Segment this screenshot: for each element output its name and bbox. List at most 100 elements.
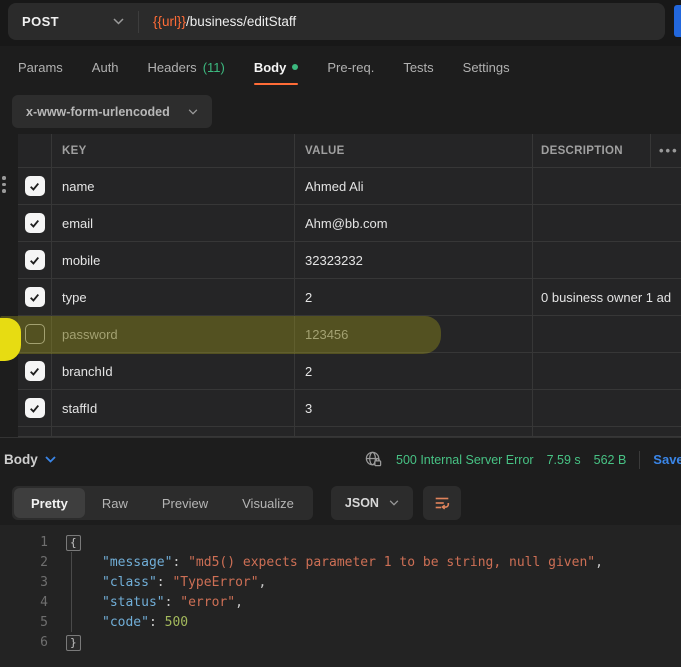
line-number: 3 (0, 573, 48, 593)
line-number: 5 (0, 613, 48, 633)
select-all-header (18, 134, 52, 168)
view-tab-raw[interactable]: Raw (85, 488, 145, 518)
view-tab-preview[interactable]: Preview (145, 488, 225, 518)
param-row: staffId 3 (0, 390, 681, 427)
param-value[interactable]: 123456 (295, 316, 533, 353)
param-row: mobile 32323232 (0, 242, 681, 279)
code-line: 6 } (0, 633, 681, 653)
param-value[interactable]: 2 (295, 279, 533, 316)
wrap-text-icon (433, 494, 451, 512)
param-description[interactable] (533, 205, 651, 242)
code-line: 1 { (0, 533, 681, 553)
tab-params[interactable]: Params (18, 46, 63, 88)
param-checkbox[interactable] (25, 213, 45, 233)
response-view-tabs: PrettyRawPreviewVisualize (12, 486, 313, 520)
code-line: 4 "status": "error", (0, 593, 681, 613)
response-body-dropdown[interactable]: Body (4, 438, 56, 481)
check-icon (28, 291, 41, 304)
body-type-row: x-www-form-urlencoded (0, 88, 681, 134)
column-header-value: VALUE (295, 134, 533, 168)
bulk-edit-icon[interactable]: ••• (651, 143, 679, 158)
response-time: 7.59 s (547, 453, 581, 467)
body-type-selector[interactable]: x-www-form-urlencoded (12, 95, 212, 128)
tab-body[interactable]: Body (254, 46, 299, 88)
send-button[interactable] (674, 5, 681, 37)
param-description[interactable] (533, 242, 651, 279)
param-value[interactable]: 32323232 (295, 242, 533, 279)
divider (639, 451, 640, 469)
param-key[interactable]: staffId (52, 390, 295, 427)
url-path: /business/editStaff (186, 14, 296, 29)
fold-toggle-icon[interactable]: } (66, 635, 81, 651)
param-description[interactable] (533, 168, 651, 205)
fold-guide-line (71, 552, 72, 632)
param-value[interactable]: Ahmed Ali (295, 168, 533, 205)
response-section-label: Body (4, 452, 38, 467)
url-input[interactable]: {{url}}/business/editStaff (139, 14, 296, 29)
tab-tests[interactable]: Tests (403, 46, 433, 88)
method-selector[interactable]: POST (8, 14, 138, 29)
tab-headers[interactable]: Headers (11) (148, 46, 225, 88)
param-key[interactable]: branchId (52, 353, 295, 390)
param-key[interactable]: mobile (52, 242, 295, 279)
param-row: password 123456 (0, 316, 681, 353)
postman-request-view: POST {{url}}/business/editStaff Params A… (0, 0, 681, 667)
param-key[interactable]: name (52, 168, 295, 205)
param-checkbox[interactable] (25, 361, 45, 381)
network-globe-lock-icon (364, 450, 383, 469)
param-value[interactable]: 2 (295, 353, 533, 390)
param-value[interactable]: Ahm@bb.com (295, 205, 533, 242)
code-line: 3 "class": "TypeError", (0, 573, 681, 593)
view-tab-pretty[interactable]: Pretty (14, 488, 85, 518)
param-description[interactable] (533, 353, 651, 390)
line-number: 2 (0, 553, 48, 573)
param-checkbox[interactable] (25, 324, 45, 344)
param-description[interactable] (533, 316, 651, 353)
code-line: 2 "message": "md5() expects parameter 1 … (0, 553, 681, 573)
param-row: name Ahmed Ali (0, 168, 681, 205)
fold-toggle-icon[interactable]: { (66, 535, 81, 551)
method-label: POST (22, 14, 59, 29)
request-tabs: Params Auth Headers (11) Body Pre-req. T… (0, 46, 681, 88)
params-table: KEY VALUE DESCRIPTION ••• name Ahmed Ali… (0, 134, 681, 437)
response-body-viewer: 1 { 2 "message": "md5() expects paramete… (0, 525, 681, 667)
drag-handle-icon[interactable] (0, 176, 6, 193)
param-row: type 2 0 business owner 1 ad (0, 279, 681, 316)
param-key[interactable]: email (52, 205, 295, 242)
param-description[interactable] (533, 390, 651, 427)
param-checkbox[interactable] (25, 250, 45, 270)
param-checkbox[interactable] (25, 398, 45, 418)
check-icon (28, 254, 41, 267)
check-icon (28, 402, 41, 415)
table-header-row: KEY VALUE DESCRIPTION ••• (0, 134, 681, 168)
tab-settings[interactable]: Settings (463, 46, 510, 88)
line-number: 1 (0, 533, 48, 553)
save-response-button[interactable]: Save (653, 452, 681, 467)
param-checkbox[interactable] (25, 176, 45, 196)
code-line: 5 "code": 500 (0, 613, 681, 633)
tab-auth[interactable]: Auth (92, 46, 119, 88)
status-badge: 500 Internal Server Error (396, 453, 534, 467)
tab-prereq[interactable]: Pre-req. (327, 46, 374, 88)
format-selector[interactable]: JSON (331, 486, 413, 520)
param-value[interactable]: 3 (295, 390, 533, 427)
body-content-dot (292, 64, 298, 70)
url-container: POST {{url}}/business/editStaff (8, 3, 665, 40)
format-label: JSON (345, 496, 379, 510)
param-key[interactable]: password (52, 316, 295, 353)
view-tab-visualize[interactable]: Visualize (225, 488, 311, 518)
response-meta: 500 Internal Server Error 7.59 s 562 B S… (364, 438, 681, 481)
column-header-description: DESCRIPTION (533, 134, 651, 168)
empty-param-row[interactable] (0, 427, 681, 437)
param-description[interactable]: 0 business owner 1 ad (533, 279, 651, 316)
param-row: email Ahm@bb.com (0, 205, 681, 242)
chevron-down-icon (45, 456, 56, 463)
param-checkbox[interactable] (25, 287, 45, 307)
param-key[interactable]: type (52, 279, 295, 316)
line-number: 6 (0, 633, 48, 653)
wrap-text-button[interactable] (423, 486, 461, 520)
column-header-key: KEY (52, 134, 295, 168)
chevron-down-icon (389, 500, 399, 506)
chevron-down-icon (113, 18, 124, 25)
response-toolbar: PrettyRawPreviewVisualize JSON (0, 481, 681, 525)
